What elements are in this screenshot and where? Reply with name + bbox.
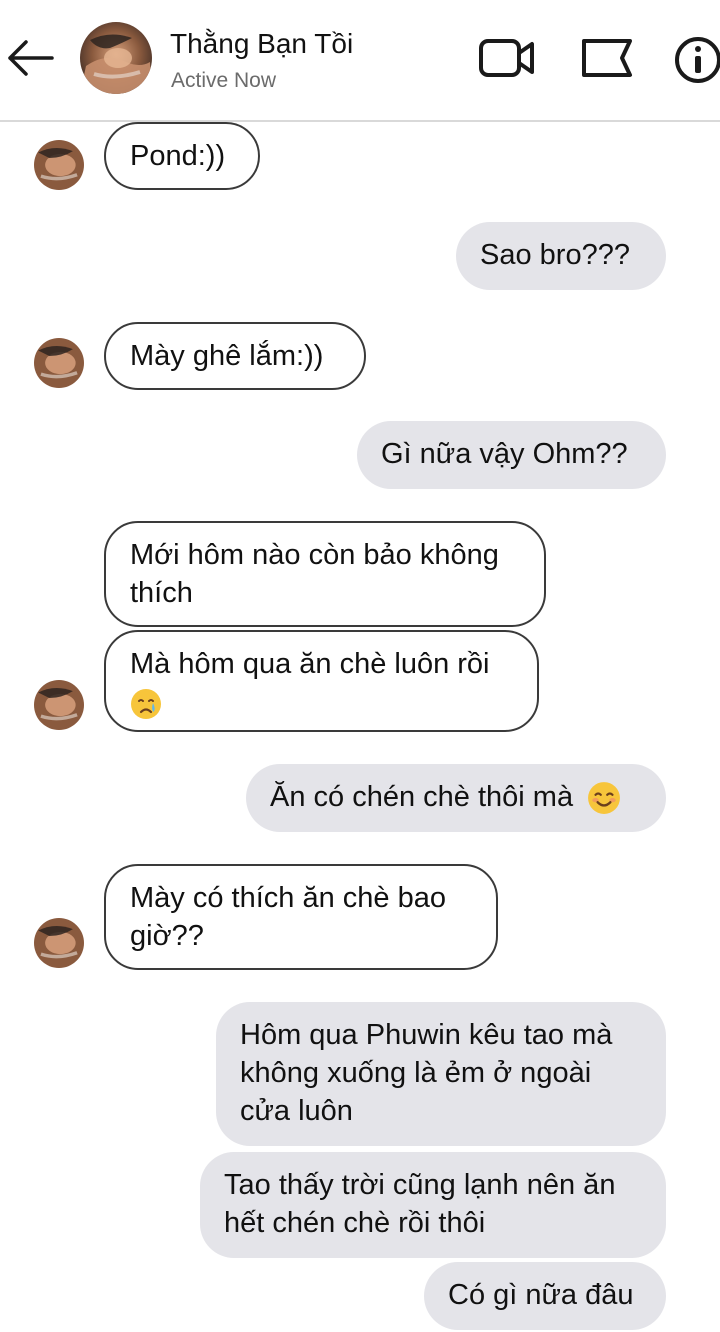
message-line: giờ?? [130, 920, 204, 952]
message-line: Hôm qua Phuwin kêu tao mà [240, 1019, 613, 1051]
message-line: Mày có thích ăn chè bao [130, 882, 446, 914]
back-arrow-icon [8, 40, 54, 76]
outgoing-message[interactable]: Sao bro??? [456, 222, 666, 290]
message-text: Gì nữa vậy Ohm?? [381, 438, 628, 470]
smiling-blush-emoji [588, 782, 621, 815]
sender-avatar[interactable] [34, 918, 84, 968]
message-line: Tao thấy trời cũng lạnh nên ăn [224, 1169, 616, 1201]
avatar-photo [80, 22, 152, 94]
avatar-photo [34, 680, 84, 730]
message-line [130, 683, 513, 721]
message-line: cửa luôn [240, 1095, 353, 1127]
back-button[interactable] [4, 36, 56, 80]
active-status: Active Now [171, 69, 277, 92]
flag-icon [582, 39, 632, 77]
crying-face-emoji [131, 689, 161, 720]
message-text: Pond:)) [130, 140, 226, 172]
incoming-message[interactable]: Mày ghê lắm:)) [104, 322, 366, 390]
sender-avatar[interactable] [34, 140, 84, 190]
avatar-photo [34, 140, 84, 190]
sender-avatar[interactable] [34, 338, 84, 388]
chat-header: Thằng Bạn Tồi Active Now [0, 0, 720, 122]
info-icon [675, 37, 720, 83]
message-text: Có gì nữa đâu [448, 1279, 634, 1311]
message-line: thích [130, 577, 193, 609]
avatar-photo [34, 918, 84, 968]
outgoing-message[interactable]: Tao thấy trời cũng lạnh nên ăn hết chén … [200, 1152, 666, 1258]
message-list[interactable]: Pond:)) Sao bro??? Mày ghê lắm:)) Gì nữa… [0, 122, 720, 1332]
outgoing-message[interactable]: Có gì nữa đâu [424, 1262, 666, 1330]
message-text: Ăn có chén chè thôi mà [270, 781, 574, 813]
avatar-photo [34, 338, 84, 388]
outgoing-message[interactable]: Hôm qua Phuwin kêu tao mà không xuống là… [216, 1002, 666, 1146]
report-flag-button[interactable] [580, 34, 636, 82]
message-line: không xuống là ẻm ở ngoài [240, 1057, 592, 1089]
incoming-message[interactable]: Mà hôm qua ăn chè luôn rồi [104, 630, 539, 732]
incoming-message[interactable]: Mày có thích ăn chè bao giờ?? [104, 864, 498, 970]
message-text: Mày ghê lắm:)) [130, 340, 324, 372]
contact-name[interactable]: Thằng Bạn Tồi [170, 28, 353, 60]
video-camera-icon [479, 39, 534, 77]
incoming-message[interactable]: Pond:)) [104, 122, 260, 190]
message-text: Sao bro??? [480, 239, 630, 271]
outgoing-message[interactable]: Ăn có chén chè thôi mà [246, 764, 666, 832]
incoming-message[interactable]: Mới hôm nào còn bảo không thích [104, 521, 546, 627]
info-button[interactable] [674, 36, 720, 84]
message-line: Mới hôm nào còn bảo không [130, 539, 499, 571]
sender-avatar[interactable] [34, 680, 84, 730]
message-line: Mà hôm qua ăn chè luôn rồi [130, 648, 490, 680]
video-call-button[interactable] [478, 34, 536, 82]
contact-avatar[interactable] [80, 22, 152, 94]
message-line: hết chén chè rồi thôi [224, 1207, 486, 1239]
outgoing-message[interactable]: Gì nữa vậy Ohm?? [357, 421, 666, 489]
